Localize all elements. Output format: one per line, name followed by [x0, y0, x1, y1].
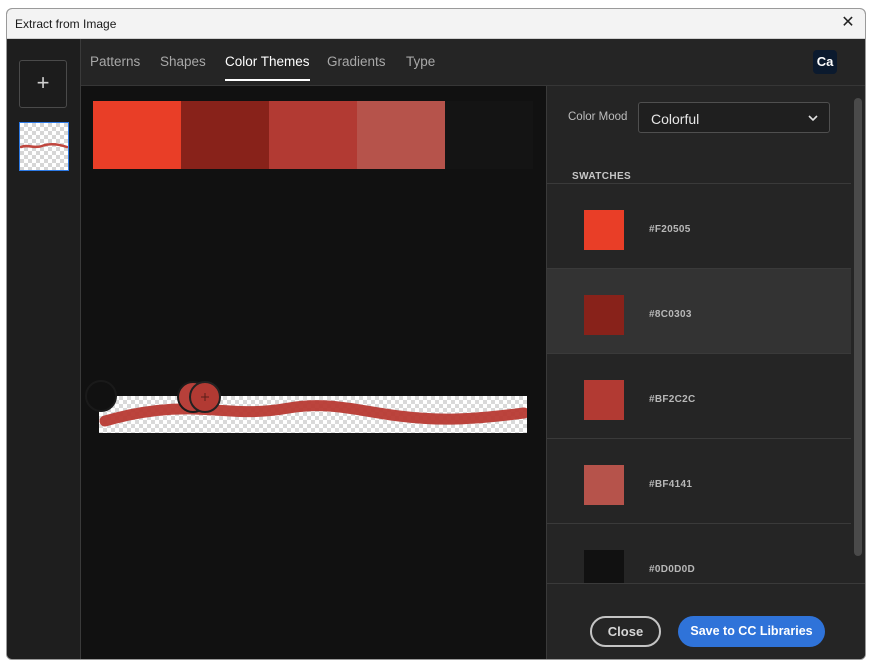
thumbnail-stroke-image — [19, 142, 69, 149]
color-mood-value: Colorful — [651, 111, 700, 127]
theme-color-chip — [357, 101, 445, 169]
swatch-row[interactable]: #BF2C2C — [547, 354, 851, 439]
swatch-hex: #BF4141 — [649, 479, 693, 490]
tab-gradients[interactable]: Gradients — [327, 54, 386, 69]
color-picker-handle-active[interactable] — [189, 381, 221, 413]
theme-color-chip — [181, 101, 269, 169]
tab-shapes[interactable]: Shapes — [160, 54, 206, 69]
close-icon[interactable]: ✕ — [839, 14, 857, 32]
add-image-button[interactable]: + — [19, 60, 67, 108]
swatch-color — [584, 295, 624, 335]
extract-dialog: Extract from Image ✕ + Patterns Shapes C… — [6, 8, 866, 660]
color-picker-handle[interactable] — [85, 380, 117, 412]
scrollbar[interactable] — [854, 98, 862, 556]
image-thumbnail[interactable] — [19, 122, 69, 171]
brush-stroke-image — [99, 400, 527, 427]
swatch-row-selected[interactable]: #8C0303 — [547, 269, 851, 354]
swatch-row[interactable]: #BF4141 — [547, 439, 851, 524]
tab-patterns[interactable]: Patterns — [90, 54, 140, 69]
color-mood-dropdown[interactable]: Colorful — [638, 102, 830, 133]
theme-color-chip — [93, 101, 181, 169]
image-canvas — [81, 86, 546, 659]
swatch-row[interactable]: #0D0D0D — [547, 524, 851, 583]
swatch-hex: #0D0D0D — [649, 564, 696, 575]
tab-type[interactable]: Type — [406, 54, 435, 69]
close-button[interactable]: Close — [590, 616, 661, 647]
swatch-color — [584, 550, 624, 583]
tab-bar: Patterns Shapes Color Themes Gradients T… — [81, 39, 865, 86]
color-theme-strip — [93, 101, 533, 169]
source-image — [99, 396, 527, 433]
color-mood-label: Color Mood — [568, 111, 628, 123]
swatch-list: #F20505 #8C0303 #BF2C2C #BF4141 #0D0D0D — [547, 183, 851, 583]
swatch-color — [584, 465, 624, 505]
capture-app-logo: Ca — [813, 50, 837, 74]
swatch-hex: #F20505 — [649, 224, 691, 235]
save-to-cc-libraries-button[interactable]: Save to CC Libraries — [678, 616, 825, 647]
dialog-footer: Close Save to CC Libraries — [547, 583, 865, 659]
crosshair-icon — [201, 393, 209, 401]
image-sidebar: + — [7, 39, 81, 659]
swatches-heading: SWATCHES — [572, 171, 632, 182]
swatch-hex: #BF2C2C — [649, 394, 696, 405]
swatch-color — [584, 210, 624, 250]
window-title: Extract from Image — [15, 17, 117, 31]
chevron-down-icon — [808, 115, 818, 122]
swatch-color — [584, 380, 624, 420]
swatch-row[interactable]: #F20505 — [547, 184, 851, 269]
tab-color-themes[interactable]: Color Themes — [225, 54, 310, 81]
title-bar: Extract from Image ✕ — [7, 9, 865, 39]
theme-color-chip — [269, 101, 357, 169]
swatch-hex: #8C0303 — [649, 309, 692, 320]
swatch-panel: Color Mood Colorful SWATCHES #F20505 #8C… — [546, 86, 865, 659]
